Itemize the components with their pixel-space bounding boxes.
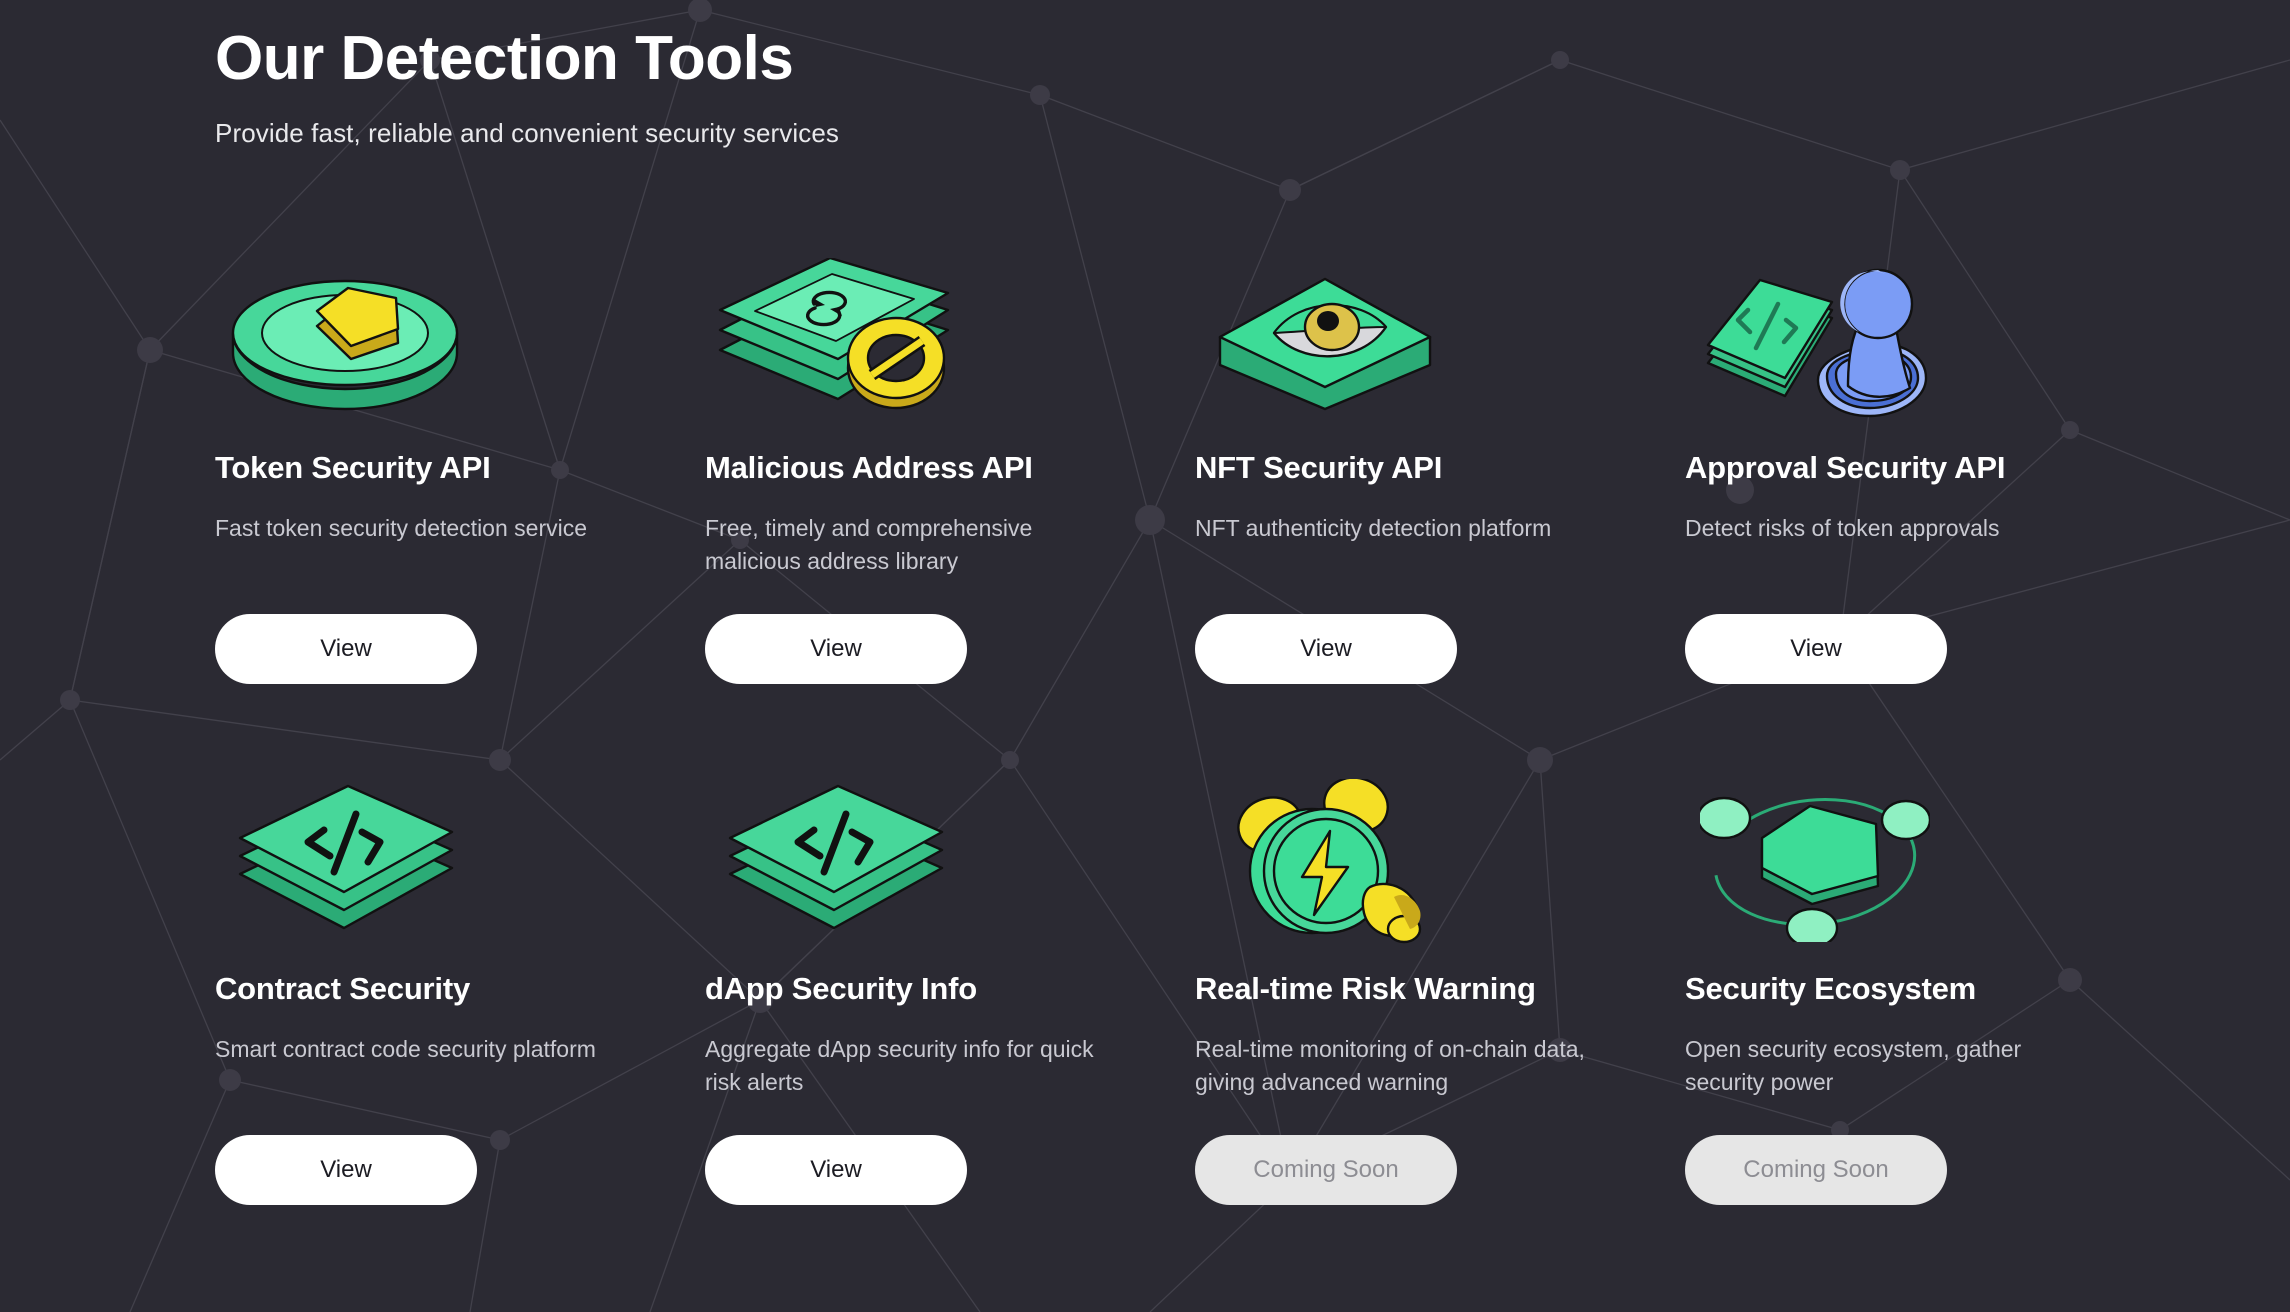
tool-title: Malicious Address API	[705, 450, 1033, 485]
code-sheets-icon	[215, 774, 475, 949]
orbit-pentagon-icon	[1685, 774, 1945, 949]
tool-title: Approval Security API	[1685, 450, 2006, 485]
tool-title: Security Ecosystem	[1685, 971, 1977, 1006]
view-button[interactable]: View	[705, 1135, 967, 1205]
stamp-approval-icon	[1685, 253, 1945, 428]
detection-tools-page: Our Detection Tools Provide fast, reliab…	[0, 0, 2290, 1205]
tool-description: Free, timely and comprehensive malicious…	[705, 515, 1033, 574]
tool-description: Smart contract code security platform	[215, 1036, 596, 1062]
tool-description: Open security ecosystem, gather security…	[1685, 1036, 2022, 1095]
view-button[interactable]: View	[1195, 614, 1457, 684]
tool-card-approval-security: Approval Security API Detect risks of to…	[1685, 253, 2175, 684]
tool-card-contract-security: Contract Security Smart contract code se…	[215, 774, 705, 1205]
tool-title: dApp Security Info	[705, 971, 977, 1006]
tool-title: Contract Security	[215, 971, 470, 1006]
tool-description: NFT authenticity detection platform	[1195, 515, 1552, 541]
tool-card-dapp-security: dApp Security Info Aggregate dApp securi…	[705, 774, 1195, 1205]
banknotes-blocked-icon	[705, 253, 965, 428]
tool-description: Detect risks of token approvals	[1685, 515, 2000, 541]
tool-description: Aggregate dApp security info for quick r…	[705, 1036, 1094, 1095]
tool-card-risk-warning: Real-time Risk Warning Real-time monitor…	[1195, 774, 1685, 1205]
tool-title: NFT Security API	[1195, 450, 1443, 485]
coming-soon-button[interactable]: Coming Soon	[1685, 1135, 1947, 1205]
view-button[interactable]: View	[705, 614, 967, 684]
code-sheets-icon	[705, 774, 965, 949]
view-button[interactable]: View	[215, 1135, 477, 1205]
token-coin-icon	[215, 253, 475, 428]
eye-slab-icon	[1195, 253, 1455, 428]
view-button[interactable]: View	[215, 614, 477, 684]
coming-soon-button[interactable]: Coming Soon	[1195, 1135, 1457, 1205]
tool-card-security-ecosystem: Security Ecosystem Open security ecosyst…	[1685, 774, 2175, 1205]
page-title: Our Detection Tools	[215, 24, 794, 93]
tool-card-token-security: Token Security API Fast token security d…	[215, 253, 705, 684]
alarm-clock-bolt-icon	[1195, 774, 1455, 949]
tool-card-malicious-address: Malicious Address API Free, timely and c…	[705, 253, 1195, 684]
view-button[interactable]: View	[1685, 614, 1947, 684]
tool-description: Real-time monitoring of on-chain data, g…	[1195, 1036, 1585, 1095]
tool-description: Fast token security detection service	[215, 515, 587, 541]
tool-card-nft-security: NFT Security API NFT authenticity detect…	[1195, 253, 1685, 684]
tool-title: Token Security API	[215, 450, 491, 485]
tool-title: Real-time Risk Warning	[1195, 971, 1536, 1006]
page-subtitle: Provide fast, reliable and convenient se…	[215, 118, 840, 148]
tools-grid: Token Security API Fast token security d…	[215, 253, 2290, 1205]
